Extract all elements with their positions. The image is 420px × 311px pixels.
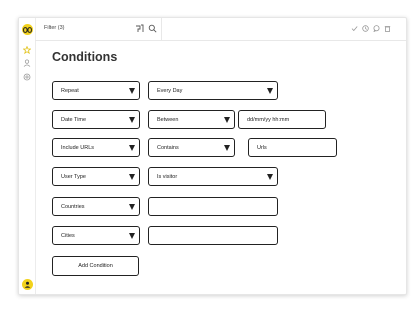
dropdown-arrow-icon (129, 233, 135, 239)
title-segment: Filter (3) (35, 18, 162, 40)
star-icon[interactable] (23, 46, 31, 54)
between-select-label: Between (157, 117, 179, 123)
dropdown-arrow-icon (224, 145, 230, 151)
datetime-input[interactable]: dd/mm/yy hh:mm (238, 110, 326, 129)
cities-select[interactable]: Cities (52, 226, 140, 245)
repeat-select-label: Repeat (61, 88, 79, 94)
user-icon[interactable] (23, 59, 31, 67)
dropdown-arrow-icon (129, 117, 135, 123)
check-icon[interactable] (351, 25, 358, 32)
cities-select-label: Cities (61, 233, 75, 239)
is-visitor-select-label: Is visitor (157, 174, 178, 180)
top-bar: Filter (3) (35, 18, 406, 41)
contains-select[interactable]: Contains (148, 138, 235, 157)
user-type-select[interactable]: User Type (52, 167, 140, 186)
datetime-input-value: dd/mm/yy hh:mm (247, 117, 290, 123)
countries-select[interactable]: Countries (52, 197, 140, 216)
is-visitor-select[interactable]: Is visitor (148, 167, 278, 186)
countries-input[interactable] (148, 197, 278, 216)
search-icon[interactable] (148, 24, 157, 33)
contains-select-label: Contains (157, 145, 179, 151)
urls-input-value: Urls (257, 145, 267, 151)
user-type-select-label: User Type (61, 174, 86, 180)
trash-icon[interactable] (384, 25, 391, 32)
dropdown-arrow-icon (129, 88, 135, 94)
urls-input[interactable]: Urls (248, 138, 337, 157)
date-time-select[interactable]: Date Time (52, 110, 140, 129)
dropdown-arrow-icon (224, 117, 230, 123)
every-day-select-label: Every Day (157, 88, 183, 94)
include-urls-select-label: Include URLs (61, 145, 95, 151)
avatar-icon[interactable] (22, 279, 33, 290)
dropdown-arrow-icon (267, 174, 273, 180)
dropdown-arrow-icon (129, 145, 135, 151)
add-condition-button[interactable]: Add Condition (52, 256, 139, 276)
dropdown-arrow-icon (267, 88, 273, 94)
date-time-select-label: Date Time (61, 117, 87, 123)
repeat-select[interactable]: Repeat (52, 81, 140, 100)
app-window: Filter (3) Conditions Repeat Every Day D… (18, 17, 407, 295)
dropdown-arrow-icon (129, 204, 135, 210)
countries-select-label: Countries (61, 204, 85, 210)
paint-icon[interactable] (135, 24, 144, 33)
logo-icon[interactable] (22, 24, 33, 35)
dropdown-arrow-icon (129, 174, 135, 180)
every-day-select[interactable]: Every Day (148, 81, 278, 100)
cities-input[interactable] (148, 226, 278, 245)
include-urls-select[interactable]: Include URLs (52, 138, 140, 157)
page-title: Conditions (52, 50, 118, 64)
comment-icon[interactable] (373, 25, 380, 32)
settings-icon[interactable] (23, 73, 31, 81)
history-icon[interactable] (362, 25, 369, 32)
between-select[interactable]: Between (148, 110, 235, 129)
side-rail (19, 18, 36, 294)
file-title: Filter (3) (44, 25, 65, 31)
add-condition-label: Add Condition (78, 263, 113, 269)
